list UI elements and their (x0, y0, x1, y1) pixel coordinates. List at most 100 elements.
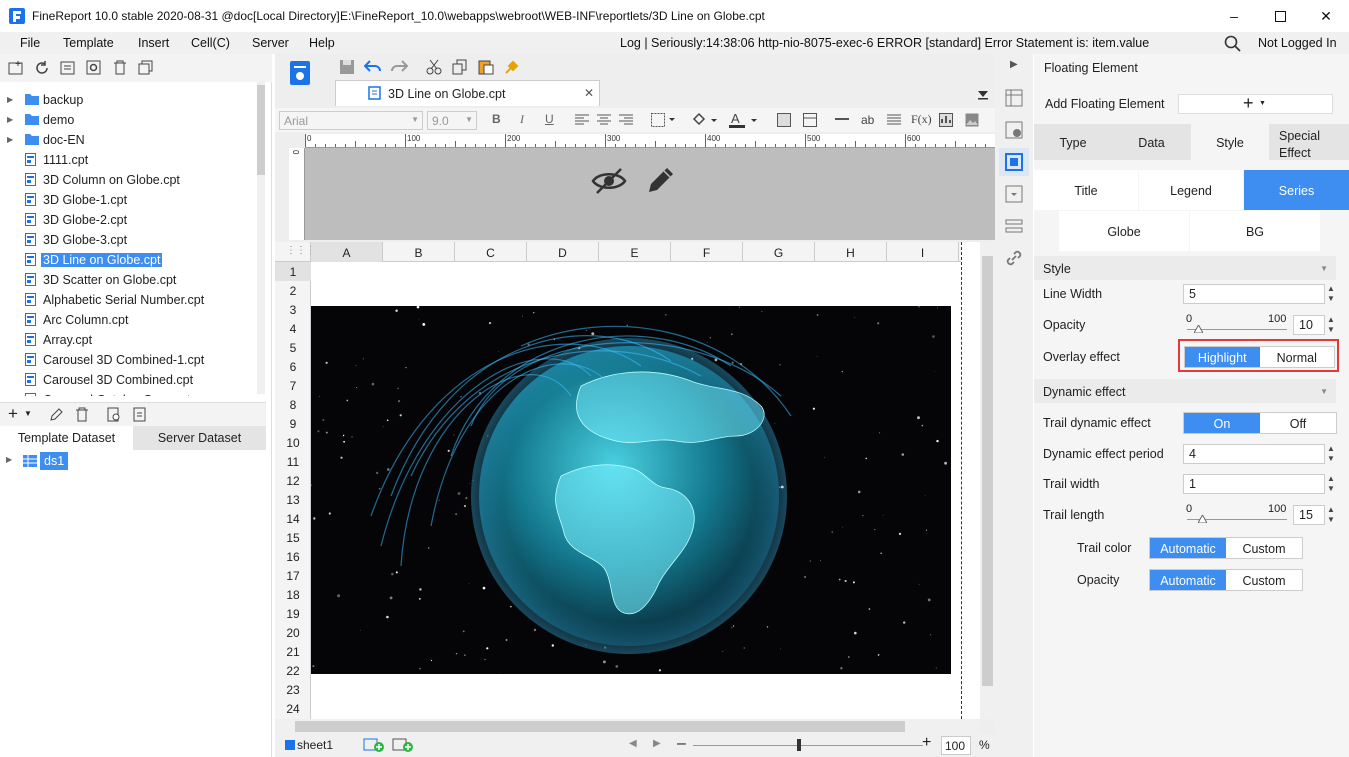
trail-on-button[interactable]: On (1184, 413, 1260, 433)
trail-color-auto-button[interactable]: Automatic (1150, 538, 1226, 558)
column-header-cell[interactable]: C (455, 242, 527, 262)
dataset-item[interactable]: ▶ ds1 (0, 450, 266, 472)
tree-file[interactable]: Alphabetic Serial Number.cpt (0, 290, 255, 310)
row-header-cell[interactable]: 6 (275, 357, 311, 376)
column-header-cell[interactable]: B (383, 242, 455, 262)
expand-icon[interactable] (977, 90, 989, 100)
tree-file[interactable]: 3D Line on Globe.cpt (0, 250, 255, 270)
trail-slider-thumb[interactable] (1198, 515, 1207, 523)
expand-arrow-icon[interactable]: ▶ (6, 455, 12, 464)
subtab-series[interactable]: Series (1244, 170, 1349, 210)
font-size-select[interactable]: 9.0 ▼ (427, 111, 477, 130)
tree-scrollbar[interactable] (257, 82, 265, 394)
subtab-bg[interactable]: BG (1190, 211, 1320, 251)
align-center-icon[interactable] (597, 114, 611, 126)
trail-length-slider[interactable]: 0 100 (1183, 502, 1293, 528)
period-input[interactable]: 4 (1183, 444, 1325, 464)
undo-icon[interactable] (364, 59, 382, 75)
menu-cell[interactable]: Cell(C) (191, 36, 230, 50)
zoom-slider[interactable] (693, 745, 923, 746)
zoom-slider-handle[interactable] (797, 739, 801, 751)
tree-file[interactable]: Array.cpt (0, 330, 255, 350)
sheet-tab[interactable]: sheet1 (297, 738, 333, 752)
trail-width-input[interactable]: 1 (1183, 474, 1325, 494)
format-painter-icon[interactable] (504, 59, 520, 75)
copy-icon[interactable] (138, 60, 154, 76)
text-wrap-icon[interactable]: ab (861, 113, 874, 127)
column-header-cell[interactable]: G (743, 242, 815, 262)
save-icon[interactable] (339, 59, 355, 75)
align-left-icon[interactable] (575, 114, 589, 126)
row-header-cell[interactable]: 4 (275, 319, 311, 338)
zoom-in-icon[interactable]: + (922, 734, 931, 752)
row-header-cell[interactable]: 12 (275, 471, 311, 490)
maximize-button[interactable] (1257, 0, 1303, 32)
pencil-icon[interactable] (645, 166, 675, 196)
border-icon[interactable] (651, 113, 675, 127)
menu-insert[interactable]: Insert (138, 36, 169, 50)
row-header-cell[interactable]: 5 (275, 338, 311, 357)
preview-icon[interactable] (106, 407, 122, 423)
delete-dataset-icon[interactable] (74, 407, 90, 423)
settings-icon[interactable] (86, 60, 102, 76)
formula-icon[interactable]: F(x) (911, 112, 932, 127)
period-stepper[interactable]: ▲ ▼ (1325, 444, 1337, 464)
subtab-legend[interactable]: Legend (1139, 170, 1243, 210)
widget-settings-icon[interactable] (1005, 185, 1023, 203)
opacity-input[interactable]: 10 (1293, 315, 1325, 335)
trail-off-button[interactable]: Off (1260, 413, 1336, 433)
tree-folder[interactable]: ▶ doc-EN (0, 130, 255, 150)
row-header-cell[interactable]: 14 (275, 509, 311, 528)
tree-file[interactable]: 3D Globe-3.cpt (0, 230, 255, 250)
close-tab-icon[interactable]: ✕ (584, 86, 594, 100)
row-header-cell[interactable]: 17 (275, 566, 311, 585)
add-report-sheet-icon[interactable] (392, 738, 414, 752)
bold-icon[interactable]: B (492, 112, 501, 126)
row-header-cell[interactable]: 1 (275, 262, 311, 281)
row-header-cell[interactable]: 7 (275, 376, 311, 395)
add-sheet-icon[interactable] (363, 738, 385, 752)
column-header-cell[interactable]: A (311, 242, 383, 262)
opacity-slider-thumb[interactable] (1194, 325, 1203, 333)
expand-arrow-icon[interactable]: ▶ (7, 95, 13, 104)
vertical-scrollbar[interactable] (980, 242, 995, 719)
chevron-down-icon[interactable]: ▼ (24, 409, 32, 418)
opacity-stepper[interactable]: ▲ ▼ (1325, 315, 1337, 335)
align-right-icon[interactable] (619, 114, 633, 126)
prev-sheet-icon[interactable]: ◀ (629, 738, 637, 749)
tree-file[interactable]: Carousel Catalog Gear.cpt (0, 390, 255, 396)
italic-icon[interactable]: I (520, 112, 524, 127)
tree-file[interactable]: 3D Column on Globe.cpt (0, 170, 255, 190)
add-floating-button[interactable]: + ▼ (1178, 93, 1333, 114)
expand-arrow-icon[interactable]: ▶ (7, 135, 13, 144)
opacity-slider[interactable]: 0 100 (1183, 312, 1293, 338)
edit-icon[interactable] (48, 407, 64, 423)
condition-icon[interactable] (1005, 217, 1023, 235)
row-header-cell[interactable]: 8 (275, 395, 311, 414)
row-header-cell[interactable]: 10 (275, 433, 311, 452)
chart-icon[interactable] (939, 113, 953, 127)
row-header-cell[interactable]: 15 (275, 528, 311, 547)
tree-file[interactable]: 3D Globe-2.cpt (0, 210, 255, 230)
underline-icon[interactable]: U (545, 112, 554, 126)
font-color-icon[interactable]: A (729, 111, 757, 129)
tab-special-effect[interactable]: Special Effect (1269, 124, 1349, 160)
tree-folder[interactable]: ▶ backup (0, 90, 255, 110)
search-icon[interactable] (1224, 35, 1241, 52)
tree-file[interactable]: Carousel 3D Combined-1.cpt (0, 350, 255, 370)
column-header-cell[interactable]: F (671, 242, 743, 262)
column-header-cell[interactable]: H (815, 242, 887, 262)
zoom-input[interactable]: 100 (941, 736, 971, 755)
font-family-select[interactable]: Arial ▼ (279, 111, 423, 130)
image-icon[interactable] (965, 113, 979, 127)
expand-arrow-icon[interactable]: ▶ (7, 115, 13, 124)
paste-icon[interactable] (478, 59, 494, 75)
column-header-cell[interactable]: I (887, 242, 959, 262)
row-header-cell[interactable]: 21 (275, 642, 311, 661)
row-header-cell[interactable]: 16 (275, 547, 311, 566)
zoom-out-icon[interactable]: – (677, 735, 686, 753)
open-icon[interactable] (60, 60, 76, 76)
opacity-auto-button[interactable]: Automatic (1150, 570, 1226, 590)
next-sheet-icon[interactable]: ▶ (653, 738, 661, 749)
eye-hidden-icon[interactable] (591, 166, 627, 196)
